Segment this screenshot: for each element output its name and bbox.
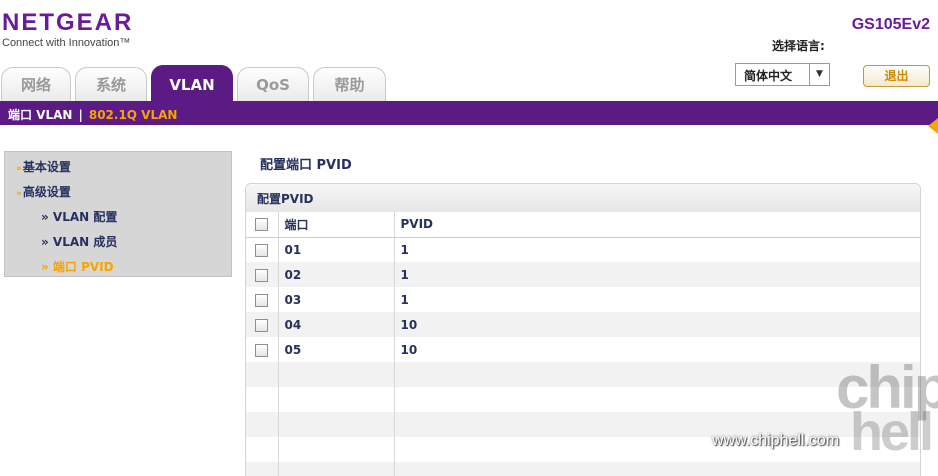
panel-title: 配置PVID xyxy=(246,184,920,212)
row-checkbox[interactable] xyxy=(255,293,268,307)
watermark-logo-bottom: hell xyxy=(850,402,934,462)
netgear-logo: NETGEAR Connect with Innovation™ xyxy=(2,9,134,50)
brand-tagline: Connect with Innovation™ xyxy=(2,37,131,49)
watermark-url: www.chiphell.com xyxy=(712,432,840,449)
pvid-cell: 1 xyxy=(400,242,409,257)
tab-qos[interactable]: QoS xyxy=(237,67,309,102)
empty-cell xyxy=(278,462,395,476)
sidebar-bullet-icon: » xyxy=(16,189,22,199)
subnav-8021q-vlan[interactable]: 802.1Q VLAN xyxy=(89,108,178,122)
empty-cell xyxy=(278,362,395,387)
row-checkbox[interactable] xyxy=(255,343,268,357)
tab-network[interactable]: 网络 xyxy=(1,67,71,102)
dropdown-arrow-icon[interactable]: ▼ xyxy=(809,64,829,85)
pvid-cell: 10 xyxy=(394,312,920,337)
port-cell: 04 xyxy=(278,312,395,337)
tab-vlan[interactable]: VLAN xyxy=(151,65,233,102)
port-cell: 03 xyxy=(278,287,395,312)
sidebar-item-vlan-members[interactable]: » VLAN 成员 xyxy=(41,233,117,250)
empty-cell xyxy=(246,462,279,476)
orange-notch-decoration xyxy=(928,118,938,134)
sidebar-item-port-pvid[interactable]: » 端口 PVID xyxy=(41,258,114,275)
sidebar-item-basic-settings[interactable]: »基本设置 xyxy=(16,158,71,175)
column-header-port: 端口 xyxy=(278,212,395,238)
empty-cell xyxy=(246,437,279,462)
row-checkbox-cell xyxy=(246,337,279,362)
subnav-separator: | xyxy=(78,108,83,122)
table-row[interactable]: 03 1 xyxy=(246,287,920,312)
subnav-port-vlan[interactable]: 端口 VLAN xyxy=(8,108,72,122)
select-all-cell xyxy=(246,212,279,238)
empty-cell xyxy=(278,387,395,412)
language-selected-value: 简体中文 xyxy=(744,69,793,83)
logout-button[interactable]: 退出 xyxy=(863,65,930,87)
language-select[interactable]: 简体中文 ▼ xyxy=(735,63,830,86)
row-checkbox-cell xyxy=(246,237,279,262)
row-checkbox-cell xyxy=(246,287,279,312)
tab-help[interactable]: 帮助 xyxy=(313,67,386,102)
port-cell: 05 xyxy=(278,337,395,362)
brand-name: NETGEAR xyxy=(2,9,134,36)
sidebar-item-vlan-config[interactable]: » VLAN 配置 xyxy=(41,208,117,225)
empty-cell xyxy=(394,462,920,476)
empty-row xyxy=(246,387,920,412)
empty-cell xyxy=(278,437,395,462)
row-checkbox[interactable] xyxy=(255,243,268,257)
empty-cell xyxy=(394,437,920,462)
empty-row xyxy=(246,462,920,476)
empty-row xyxy=(246,362,920,387)
pvid-cell: 1 xyxy=(394,262,920,287)
sidebar-item-label: 基本设置 xyxy=(22,160,71,174)
table-row[interactable]: 04 10 xyxy=(246,312,920,337)
sidebar: »基本设置 »高级设置 » VLAN 配置 » VLAN 成员 » 端口 PVI… xyxy=(4,151,232,277)
row-checkbox-cell xyxy=(246,262,279,287)
tab-system[interactable]: 系统 xyxy=(75,67,147,102)
table-row[interactable]: 05 10 xyxy=(246,337,920,362)
row-checkbox-cell xyxy=(246,312,279,337)
row-checkbox[interactable] xyxy=(255,268,268,282)
sidebar-item-label: 高级设置 xyxy=(22,185,71,199)
language-label: 选择语言: xyxy=(772,39,825,53)
page-title: 配置端口 PVID xyxy=(260,158,352,173)
empty-cell xyxy=(246,362,279,387)
port-cell: 02 xyxy=(278,262,395,287)
row-checkbox[interactable] xyxy=(255,318,268,332)
port-cell: 01 xyxy=(278,237,395,262)
pvid-cell: 1 xyxy=(400,292,409,307)
sidebar-item-advanced-settings[interactable]: »高级设置 xyxy=(16,183,71,200)
table-row[interactable]: 02 1 xyxy=(246,262,920,287)
table-row[interactable]: 01 1 xyxy=(246,237,920,262)
table-header-row: 端口 PVID xyxy=(246,212,920,238)
empty-cell xyxy=(246,412,279,437)
empty-cell xyxy=(278,412,395,437)
model-name: GS105Ev2 xyxy=(851,16,930,33)
empty-cell xyxy=(246,387,279,412)
sidebar-bullet-icon: » xyxy=(16,164,22,174)
select-all-checkbox[interactable] xyxy=(255,218,268,232)
column-header-pvid: PVID xyxy=(394,212,920,238)
sub-navigation-bar: 端口 VLAN | 802.1Q VLAN xyxy=(0,101,938,125)
